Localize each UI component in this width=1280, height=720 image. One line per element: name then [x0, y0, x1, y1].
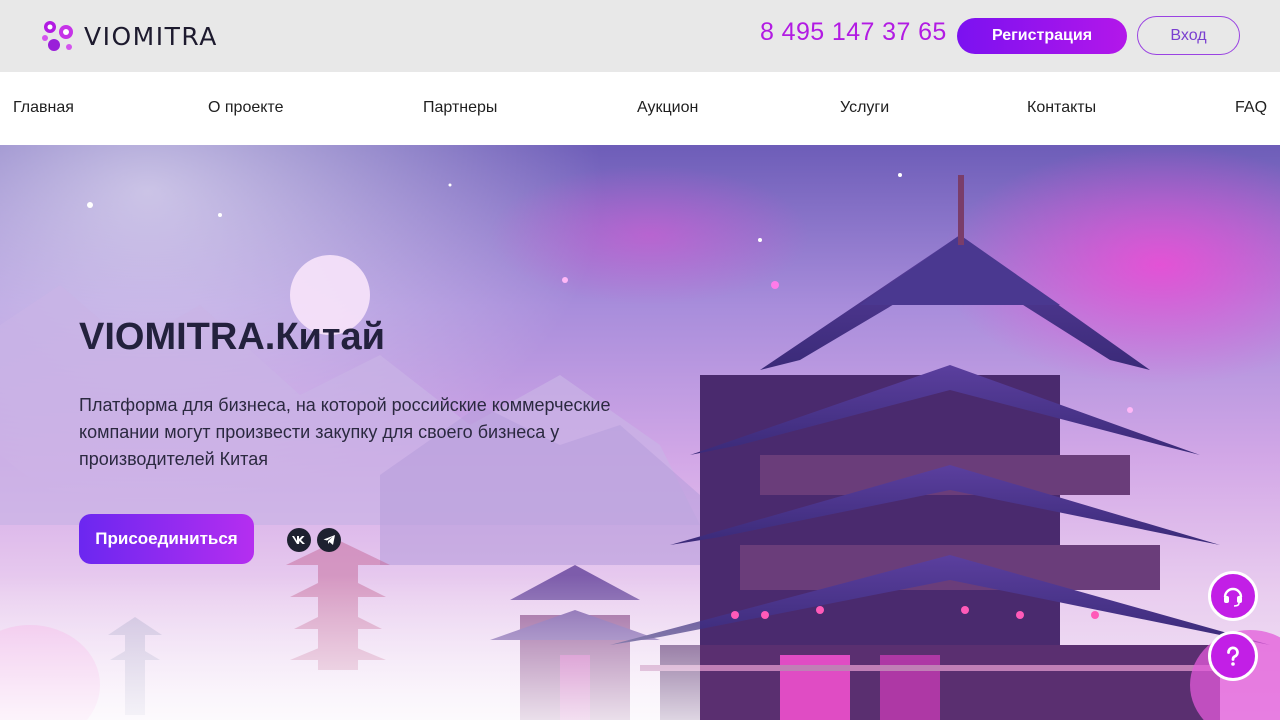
telegram-icon[interactable]	[317, 528, 341, 552]
join-button[interactable]: Присоединиться	[79, 514, 254, 564]
login-button[interactable]: Вход	[1137, 16, 1240, 55]
nav-item-services[interactable]: Услуги	[840, 99, 889, 117]
logo-text: VIOMITRA	[84, 21, 218, 51]
nav-item-partners[interactable]: Партнеры	[423, 99, 497, 117]
logo[interactable]: VIOMITRA	[40, 16, 218, 56]
help-button[interactable]	[1208, 631, 1258, 681]
main-navigation: Главная О проекте Партнеры Аукцион Услуг…	[0, 72, 1280, 145]
nav-item-home[interactable]: Главная	[13, 99, 74, 117]
nav-item-faq[interactable]: FAQ	[1235, 99, 1267, 117]
hero-section: VIOMITRA.Китай Платформа для бизнеса, на…	[0, 145, 1280, 720]
nav-item-auction[interactable]: Аукцион	[637, 99, 698, 117]
vk-icon[interactable]	[287, 528, 311, 552]
logo-icon	[40, 18, 76, 54]
nav-item-about[interactable]: О проекте	[208, 99, 283, 117]
question-icon	[1227, 646, 1239, 666]
support-button[interactable]	[1208, 571, 1258, 621]
headset-icon	[1223, 587, 1243, 607]
register-button[interactable]: Регистрация	[957, 18, 1127, 54]
nav-item-contacts[interactable]: Контакты	[1027, 99, 1096, 117]
hero-title: VIOMITRA.Китай	[79, 316, 385, 358]
top-header: VIOMITRA 8 495 147 37 65 Регистрация Вхо…	[0, 0, 1280, 72]
phone-number[interactable]: 8 495 147 37 65	[760, 18, 947, 47]
hero-description: Платформа для бизнеса, на которой россий…	[79, 395, 611, 469]
